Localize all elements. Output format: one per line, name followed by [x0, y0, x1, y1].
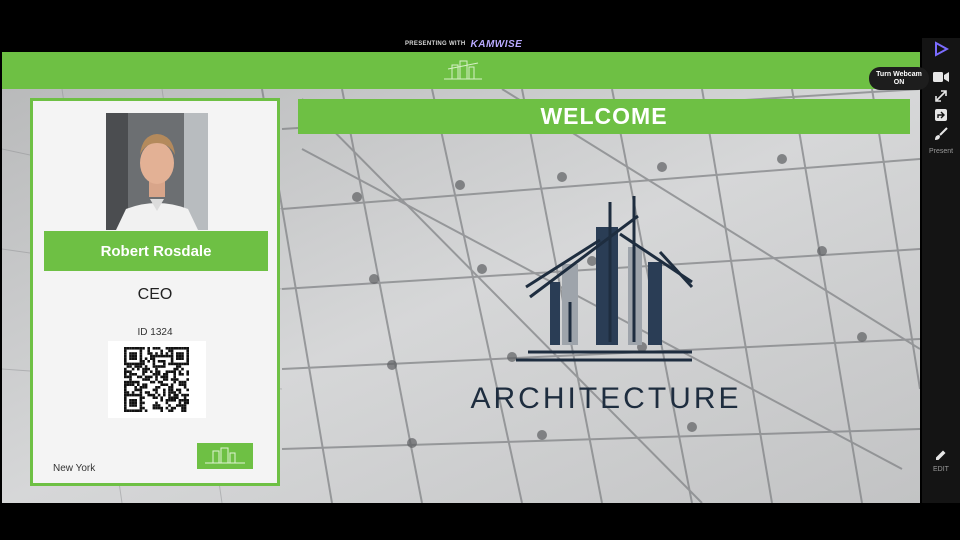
presenting-banner: PRESENTING WITH KAMWISE: [405, 38, 522, 50]
company-logo-small: [197, 443, 253, 469]
fullscreen-button[interactable]: [931, 87, 951, 105]
presenter-sidebar: Present EDIT: [922, 38, 960, 503]
badge-id: ID 1324: [137, 327, 173, 338]
edit-icon: [936, 450, 946, 460]
architecture-logo-text: ARCHITECTURE: [470, 382, 742, 415]
edit-label: EDIT: [933, 466, 949, 473]
welcome-text: WELCOME: [540, 103, 668, 129]
id-badge-card: Robert Rosdale CEO ID 1324 New York: [30, 98, 280, 486]
brand-logo-text: KAMWISE: [470, 38, 523, 50]
brush-button[interactable]: [931, 125, 951, 143]
webcam-tooltip-line1: Turn Webcam: [876, 70, 922, 78]
webcam-tooltip[interactable]: Turn Webcam ON: [869, 67, 929, 90]
app-root: PRESENTING WITH KAMWISE Robert Rosdale C…: [0, 0, 960, 540]
profile-photo: [106, 113, 208, 230]
webcam-button[interactable]: [931, 68, 951, 86]
person-role: CEO: [137, 286, 173, 303]
share-screen-button[interactable]: [931, 106, 951, 124]
webcam-icon: [933, 72, 949, 82]
person-name: Robert Rosdale: [100, 242, 212, 260]
present-label: Present: [928, 148, 954, 155]
presenting-label: PRESENTING WITH: [405, 41, 466, 47]
name-bar: Robert Rosdale: [44, 231, 268, 271]
share-screen-icon: [935, 109, 947, 121]
slide-top-bar: [2, 52, 920, 89]
fullscreen-icon: [935, 90, 947, 102]
brush-icon: [935, 127, 948, 140]
architecture-logo-graphic: [516, 196, 694, 362]
present-icon: [935, 41, 949, 57]
qr-code: [108, 341, 206, 418]
badge-city: New York: [53, 463, 96, 474]
webcam-tooltip-line2: ON: [893, 78, 905, 86]
edit-button[interactable]: [931, 446, 951, 464]
presentation-slide: Robert Rosdale CEO ID 1324 New York WELC…: [2, 52, 920, 503]
company-logo: [444, 60, 482, 80]
present-button[interactable]: [931, 40, 951, 58]
welcome-banner: WELCOME: [298, 99, 910, 134]
